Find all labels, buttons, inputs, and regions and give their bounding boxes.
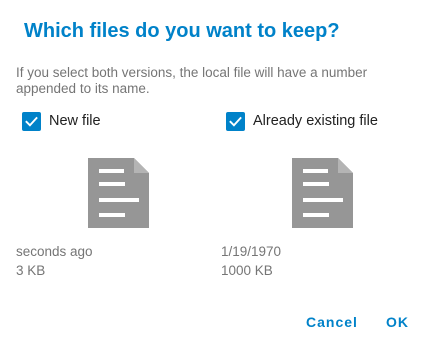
existing-file-checkbox[interactable]: [226, 111, 245, 131]
document-icon: [88, 158, 149, 228]
document-icon: [292, 158, 353, 228]
existing-file-meta: 1/19/1970 1000 KB: [221, 242, 281, 280]
existing-file-label: Already existing file: [253, 113, 378, 129]
existing-file-size: 1000 KB: [221, 263, 273, 278]
new-file-label: New file: [49, 113, 101, 129]
dialog-description: If you select both versions, the local f…: [16, 65, 368, 96]
new-file-meta: seconds ago 3 KB: [16, 242, 93, 280]
checkmark-icon: [25, 116, 38, 127]
ok-button[interactable]: OK: [386, 314, 409, 330]
new-file-option[interactable]: New file: [22, 111, 101, 131]
new-file-checkbox[interactable]: [22, 111, 41, 131]
new-file-size: 3 KB: [16, 263, 46, 278]
dialog-title: Which files do you want to keep?: [24, 20, 340, 42]
existing-file-modified: 1/19/1970: [221, 244, 282, 259]
checkmark-icon: [229, 116, 242, 127]
conflict-dialog: Which files do you want to keep? If you …: [0, 0, 440, 351]
cancel-button[interactable]: Cancel: [306, 314, 358, 330]
new-file-modified: seconds ago: [16, 244, 93, 259]
existing-file-option[interactable]: Already existing file: [226, 111, 378, 131]
